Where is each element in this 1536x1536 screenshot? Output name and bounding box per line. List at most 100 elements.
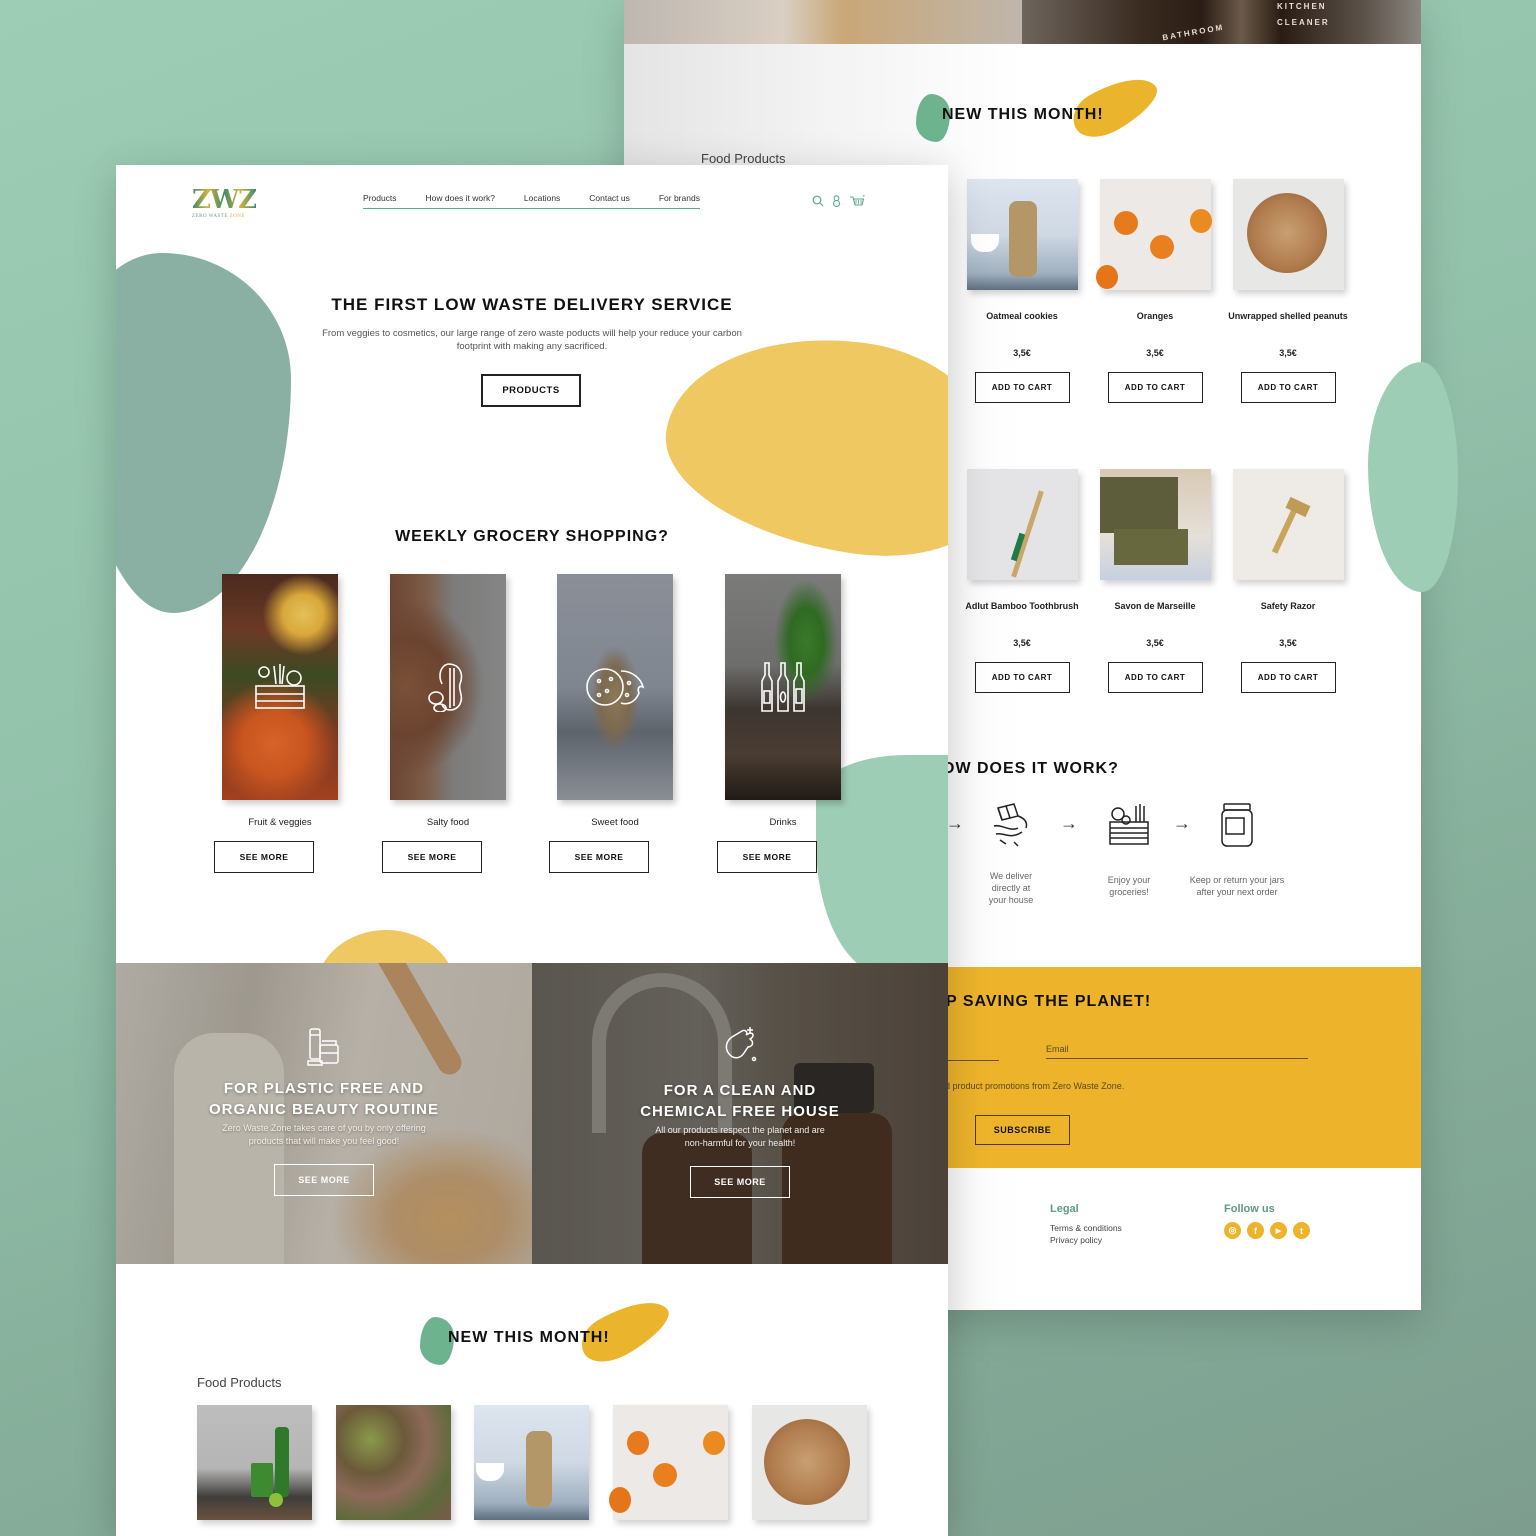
product-image[interactable]	[1095, 179, 1212, 290]
add-to-cart-button[interactable]: ADD TO CART	[1240, 662, 1336, 693]
add-to-cart-button[interactable]: ADD TO CART	[1240, 372, 1336, 403]
promo-title-line: FOR A CLEAN AND	[663, 1082, 817, 1099]
product-card: Oranges 3,5€ ADD TO CART	[1088, 179, 1222, 403]
bottle-label: CLEANER	[1277, 18, 1330, 27]
promo-desc-line: Zero Waste Zone takes care of you by onl…	[222, 1123, 426, 1133]
product-price: 3,5€	[1279, 348, 1297, 358]
how-step-text: after your next order	[1196, 887, 1278, 897]
product-price: 3,5€	[1013, 348, 1031, 358]
subscribe-button[interactable]: SUBSCRIBE	[975, 1115, 1070, 1145]
promo-title-line: CHEMICAL FREE HOUSE	[640, 1103, 840, 1120]
see-more-button[interactable]: SEE MORE	[690, 1166, 790, 1198]
product-image[interactable]	[966, 469, 1078, 580]
logo-text-2: ZONE	[229, 214, 245, 219]
see-more-button[interactable]: SEE MORE	[382, 841, 482, 873]
twitter-icon[interactable]: t	[1293, 1222, 1310, 1239]
how-step: We deliver directly at your house	[971, 802, 1051, 906]
jar-icon	[1221, 803, 1253, 847]
promo-title: FOR PLASTIC FREE AND ORGANIC BEAUTY ROUTI…	[116, 1078, 532, 1120]
footer-link-privacy[interactable]: Privacy policy	[1050, 1235, 1102, 1245]
cleaning-photo: BATHROOM KITCHEN CLEANER	[1022, 0, 1421, 44]
weekly-title: WEEKLY GROCERY SHOPPING?	[395, 528, 669, 545]
products-button[interactable]: PRODUCTS	[481, 374, 581, 407]
promo-title-line: FOR PLASTIC FREE AND	[223, 1080, 425, 1097]
logo-text-1: ZERO WASTE	[192, 214, 228, 219]
product-price: 3,5€	[1146, 348, 1164, 358]
newsletter-info: nd product promotions from Zero Waste Zo…	[940, 1081, 1125, 1091]
add-to-cart-button[interactable]: ADD TO CART	[1107, 372, 1203, 403]
peanut-icon	[428, 663, 463, 712]
product-image[interactable]	[1099, 469, 1211, 580]
instagram-icon[interactable]: ◎	[1224, 1222, 1241, 1239]
cosmetics-icon	[307, 1028, 339, 1066]
add-to-cart-button[interactable]: ADD TO CART	[974, 372, 1070, 403]
promo-description: All our products respect the planet and …	[532, 1124, 948, 1150]
footer-heading-legal: Legal	[1050, 1203, 1079, 1215]
newsletter-title: P SAVING THE PLANET!	[946, 993, 1152, 1010]
add-to-cart-button[interactable]: ADD TO CART	[974, 662, 1070, 693]
logo[interactable]: ZWZ ZERO WASTE ZONE	[192, 187, 257, 219]
product-image[interactable]	[1232, 469, 1344, 580]
arrow-right-icon: →	[1060, 813, 1078, 833]
nav-item-products[interactable]: Products	[363, 193, 397, 203]
product-name: Adlut Bamboo Toothbrush	[965, 601, 1079, 611]
how-step: Keep or return your jars after your next…	[1177, 802, 1297, 898]
category-image[interactable]	[390, 574, 506, 800]
category-label: Drinks	[769, 817, 797, 828]
product-image[interactable]	[752, 1405, 867, 1520]
product-image[interactable]	[336, 1405, 451, 1520]
user-icon[interactable]	[832, 195, 841, 207]
hero-subtitle: From veggies to cosmetics, our large ran…	[322, 328, 742, 352]
promo-desc-line: non-harmful for your health!	[684, 1138, 796, 1148]
product-image[interactable]	[197, 1405, 312, 1520]
grocery-crate-icon	[1109, 804, 1149, 845]
header-icons	[812, 195, 865, 207]
product-name: Oatmeal cookies	[986, 311, 1058, 321]
product-image[interactable]	[609, 1405, 728, 1520]
category-label: Sweet food	[591, 817, 639, 828]
footer-link-terms[interactable]: Terms & conditions	[1050, 1223, 1122, 1233]
how-step-text: Keep or return your jars	[1189, 875, 1285, 885]
how-step-text: We deliver	[989, 871, 1033, 881]
product-name: Unwrapped shelled peanuts	[1228, 311, 1348, 321]
cookie-icon	[586, 668, 645, 706]
cart-icon[interactable]	[849, 195, 865, 207]
nav-item-locations[interactable]: Locations	[524, 193, 560, 203]
how-step: Enjoy your groceries!	[1089, 802, 1169, 898]
product-card: Adlut Bamboo Toothbrush 3,5€ ADD TO CART	[955, 469, 1089, 693]
section-label: Food Products	[197, 1375, 282, 1390]
category-card: Sweet food SEE MORE	[549, 574, 673, 873]
see-more-button[interactable]: SEE MORE	[214, 841, 314, 873]
see-more-button[interactable]: SEE MORE	[274, 1164, 374, 1196]
youtube-icon[interactable]: ▶	[1270, 1222, 1287, 1239]
category-image[interactable]	[222, 574, 338, 800]
product-name: Safety Razor	[1260, 601, 1316, 611]
main-nav: Products How does it work? Locations Con…	[363, 193, 700, 209]
nav-item-how-it-works[interactable]: How does it work?	[426, 193, 495, 203]
section-title: NEW THIS MONTH!	[448, 1329, 610, 1346]
promo-title-line: ORGANIC BEAUTY ROUTINE	[208, 1101, 440, 1118]
section-title: NEW THIS MONTH!	[942, 106, 1104, 123]
product-image[interactable]	[1232, 179, 1344, 290]
see-more-button[interactable]: SEE MORE	[717, 841, 817, 873]
beauty-photo	[624, 0, 1022, 44]
front-page-preview: ZWZ ZERO WASTE ZONE Products How does it…	[116, 165, 948, 1536]
nav-item-contact[interactable]: Contact us	[589, 193, 630, 203]
nav-item-brands[interactable]: For brands	[659, 193, 700, 203]
product-card: Savon de Marseille 3,5€ ADD TO CART	[1088, 469, 1222, 693]
delivery-hands-icon	[993, 803, 1028, 847]
product-price: 3,5€	[1279, 638, 1297, 648]
product-price: 3,5€	[1013, 638, 1031, 648]
category-image[interactable]	[557, 574, 673, 800]
product-image[interactable]	[966, 179, 1078, 290]
email-field[interactable]: Email	[1046, 1044, 1308, 1059]
how-step-text: Enjoy your	[1107, 875, 1151, 885]
category-card: Fruit & veggies SEE MORE	[214, 574, 338, 873]
add-to-cart-button[interactable]: ADD TO CART	[1107, 662, 1203, 693]
see-more-button[interactable]: SEE MORE	[549, 841, 649, 873]
facebook-icon[interactable]: f	[1247, 1222, 1264, 1239]
category-image[interactable]	[725, 574, 841, 800]
section-label: Food Products	[701, 151, 786, 166]
search-icon[interactable]	[812, 195, 824, 207]
product-image[interactable]	[474, 1405, 589, 1520]
